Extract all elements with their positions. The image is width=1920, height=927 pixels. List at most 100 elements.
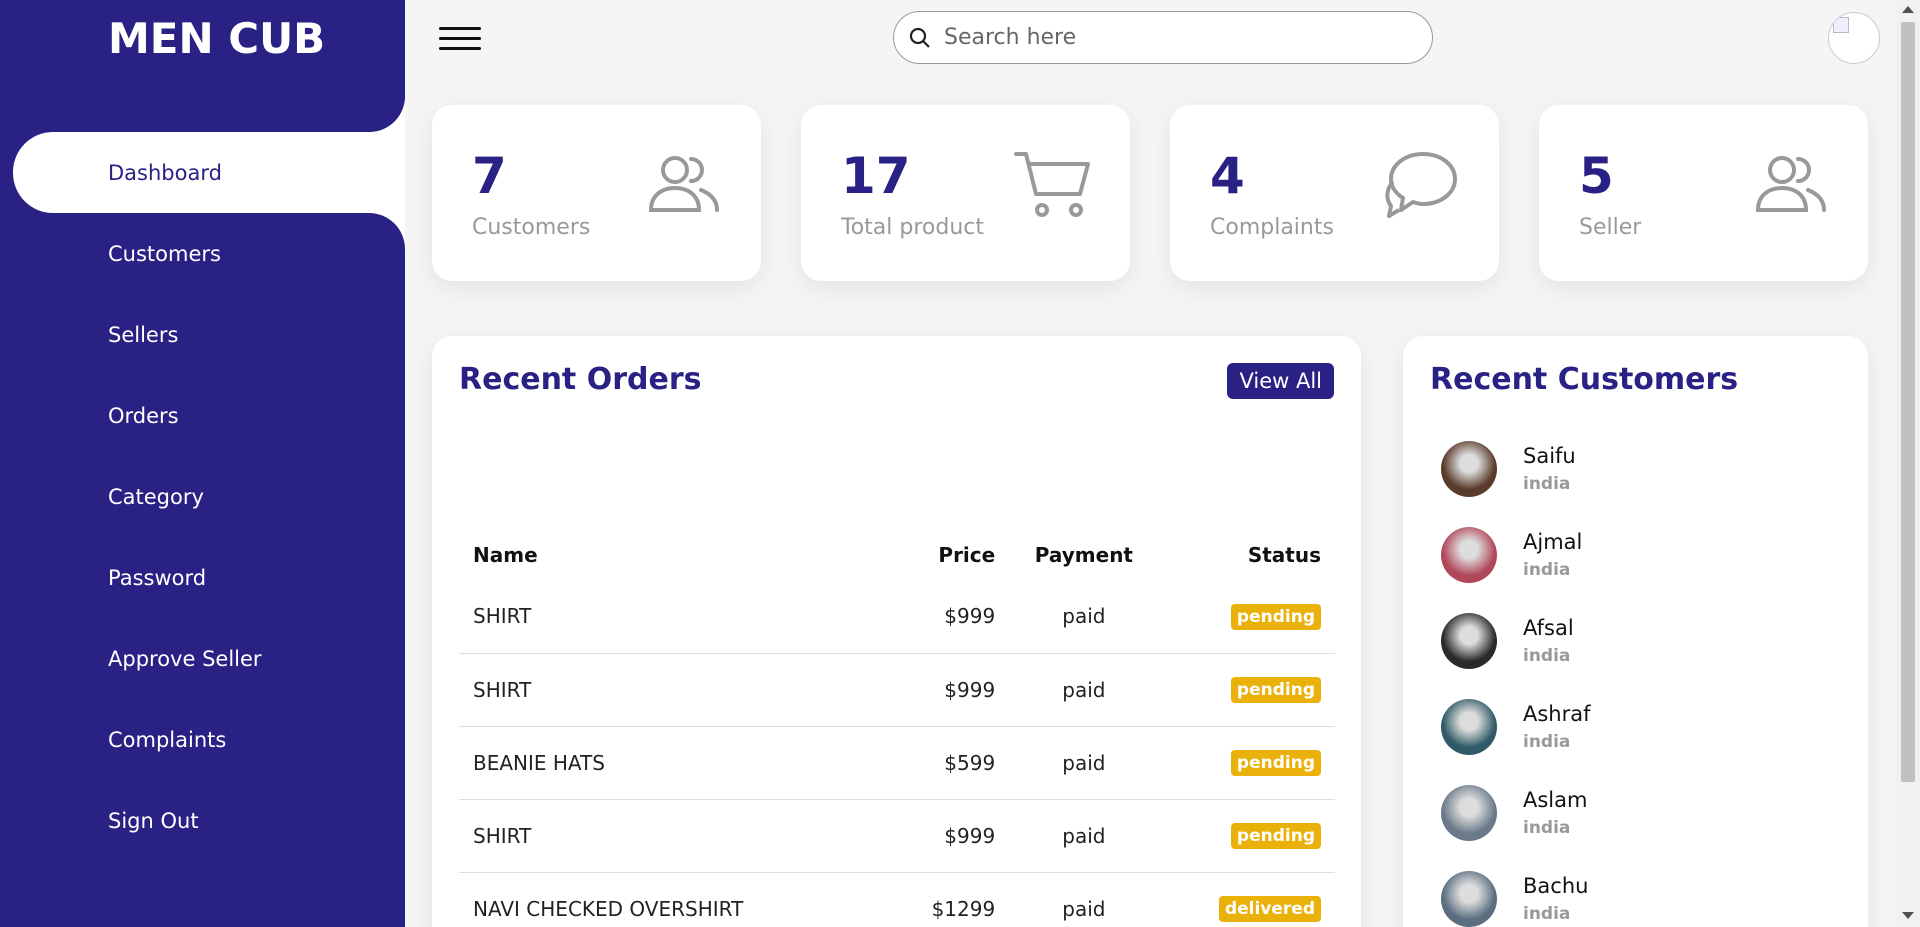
card-number: 4 xyxy=(1210,147,1245,205)
col-name: Name xyxy=(473,543,538,567)
sidebar: MEN CUB Dashboard Customers Sellers Orde… xyxy=(0,0,405,927)
people-icon xyxy=(1755,156,1826,212)
table-row[interactable]: NAVI CHECKED OVERSHIRT $1299 paid delive… xyxy=(459,872,1335,927)
chat-icon xyxy=(1385,152,1457,218)
customer-country: india xyxy=(1523,646,1571,666)
avatar xyxy=(1441,527,1497,583)
table-row[interactable]: SHIRT $999 paid pending xyxy=(459,799,1335,873)
view-all-button[interactable]: View All xyxy=(1227,363,1334,399)
order-payment: paid xyxy=(1009,580,1159,654)
scroll-up-icon[interactable] xyxy=(1902,6,1914,13)
customer-country: india xyxy=(1523,732,1571,752)
order-name: SHIRT xyxy=(459,653,892,727)
list-item[interactable]: Ajmal india xyxy=(1441,512,1591,598)
status-badge: pending xyxy=(1230,750,1321,776)
list-item[interactable]: Bachu india xyxy=(1441,856,1591,927)
brand-logo: MEN CUB xyxy=(0,0,405,132)
sidebar-item-complaints[interactable]: Complaints xyxy=(13,699,405,780)
card-number: 17 xyxy=(841,147,911,205)
topbar xyxy=(405,0,1896,75)
list-item[interactable]: Ashraf india xyxy=(1441,684,1591,770)
customer-name: Afsal xyxy=(1523,616,1574,640)
card-label: Customers xyxy=(472,215,591,240)
sidebar-item-approve-seller[interactable]: Approve Seller xyxy=(13,618,405,699)
people-icon xyxy=(648,156,719,212)
order-price: $999 xyxy=(891,580,1010,654)
table-row[interactable]: SHIRT $999 paid pending xyxy=(459,580,1335,654)
order-payment: paid xyxy=(1009,726,1159,800)
order-payment: paid xyxy=(1009,799,1159,873)
customers-card[interactable]: 7 Customers xyxy=(432,105,761,281)
order-price: $999 xyxy=(891,653,1010,727)
status-badge: pending xyxy=(1230,677,1321,703)
avatar xyxy=(1441,871,1497,927)
list-item[interactable]: Aslam india xyxy=(1441,770,1591,856)
customer-name: Aslam xyxy=(1523,788,1588,812)
scrollbar[interactable] xyxy=(1896,0,1920,927)
order-name: SHIRT xyxy=(459,580,892,654)
scroll-thumb[interactable] xyxy=(1901,22,1915,782)
order-price: $1299 xyxy=(891,872,1010,927)
order-price: $999 xyxy=(891,799,1010,873)
table-header-row: Name Price Payment Status xyxy=(459,530,1335,580)
customer-name: Ajmal xyxy=(1523,530,1583,554)
customer-country: india xyxy=(1523,818,1571,838)
avatar xyxy=(1441,699,1497,755)
col-status: Status xyxy=(1247,543,1321,567)
seller-card[interactable]: 5 Seller xyxy=(1539,105,1868,281)
sidebar-nav: Dashboard Customers Sellers Orders Categ… xyxy=(13,132,405,861)
menu-toggle-icon[interactable] xyxy=(439,27,481,51)
order-price: $599 xyxy=(891,726,1010,800)
recent-orders-title: Recent Orders xyxy=(459,362,702,397)
main-content: 7 Customers 17 Total product 4 Complaint… xyxy=(405,0,1896,927)
customer-name: Ashraf xyxy=(1523,702,1591,726)
table-row[interactable]: SHIRT $999 paid pending xyxy=(459,653,1335,727)
status-badge: delivered xyxy=(1218,896,1321,922)
order-payment: paid xyxy=(1009,653,1159,727)
customer-country: india xyxy=(1523,904,1571,924)
sidebar-item-customers[interactable]: Customers xyxy=(13,213,405,294)
order-name: NAVI CHECKED OVERSHIRT xyxy=(459,872,892,927)
list-item[interactable]: Saifu india xyxy=(1441,426,1591,512)
search-box xyxy=(893,11,1433,64)
sidebar-item-category[interactable]: Category xyxy=(13,456,405,537)
avatar xyxy=(1441,441,1497,497)
status-badge: pending xyxy=(1230,823,1321,849)
customer-name: Saifu xyxy=(1523,444,1576,468)
recent-customers-panel: Recent Customers Saifu india Ajmal india A… xyxy=(1403,336,1868,927)
search-icon xyxy=(909,27,930,48)
card-label: Complaints xyxy=(1210,215,1334,240)
list-item[interactable]: Afsal india xyxy=(1441,598,1591,684)
avatar xyxy=(1441,785,1497,841)
orders-table: Name Price Payment Status SHIRT $999 pai… xyxy=(459,530,1335,927)
col-price: Price xyxy=(938,543,996,567)
total-product-card[interactable]: 17 Total product xyxy=(801,105,1130,281)
sidebar-item-password[interactable]: Password xyxy=(13,537,405,618)
card-number: 7 xyxy=(472,147,507,205)
customer-country: india xyxy=(1523,560,1571,580)
sidebar-item-orders[interactable]: Orders xyxy=(13,375,405,456)
card-number: 5 xyxy=(1579,147,1614,205)
sidebar-item-sellers[interactable]: Sellers xyxy=(13,294,405,375)
customer-list: Saifu india Ajmal india Afsal india Ashraf i… xyxy=(1441,426,1591,927)
recent-orders-panel: Recent Orders View All Name Price Paymen… xyxy=(432,336,1361,927)
order-payment: paid xyxy=(1009,872,1159,927)
scroll-down-icon[interactable] xyxy=(1902,912,1914,919)
stat-cards: 7 Customers 17 Total product 4 Complaint… xyxy=(432,105,1868,281)
status-badge: pending xyxy=(1230,603,1321,630)
user-avatar[interactable] xyxy=(1828,12,1880,64)
table-row[interactable]: BEANIE HATS $599 paid pending xyxy=(459,726,1335,800)
recent-customers-title: Recent Customers xyxy=(1430,362,1739,397)
complaints-card[interactable]: 4 Complaints xyxy=(1170,105,1499,281)
customer-name: Bachu xyxy=(1523,874,1589,898)
cart-icon xyxy=(1014,152,1090,217)
customer-country: india xyxy=(1523,474,1571,494)
search-input[interactable] xyxy=(944,25,1404,50)
order-name: BEANIE HATS xyxy=(459,726,892,800)
sidebar-item-dashboard[interactable]: Dashboard xyxy=(13,132,405,213)
card-label: Total product xyxy=(841,215,984,240)
card-label: Seller xyxy=(1579,215,1642,240)
sidebar-item-sign-out[interactable]: Sign Out xyxy=(13,780,405,861)
avatar xyxy=(1441,613,1497,669)
order-name: SHIRT xyxy=(459,799,892,873)
